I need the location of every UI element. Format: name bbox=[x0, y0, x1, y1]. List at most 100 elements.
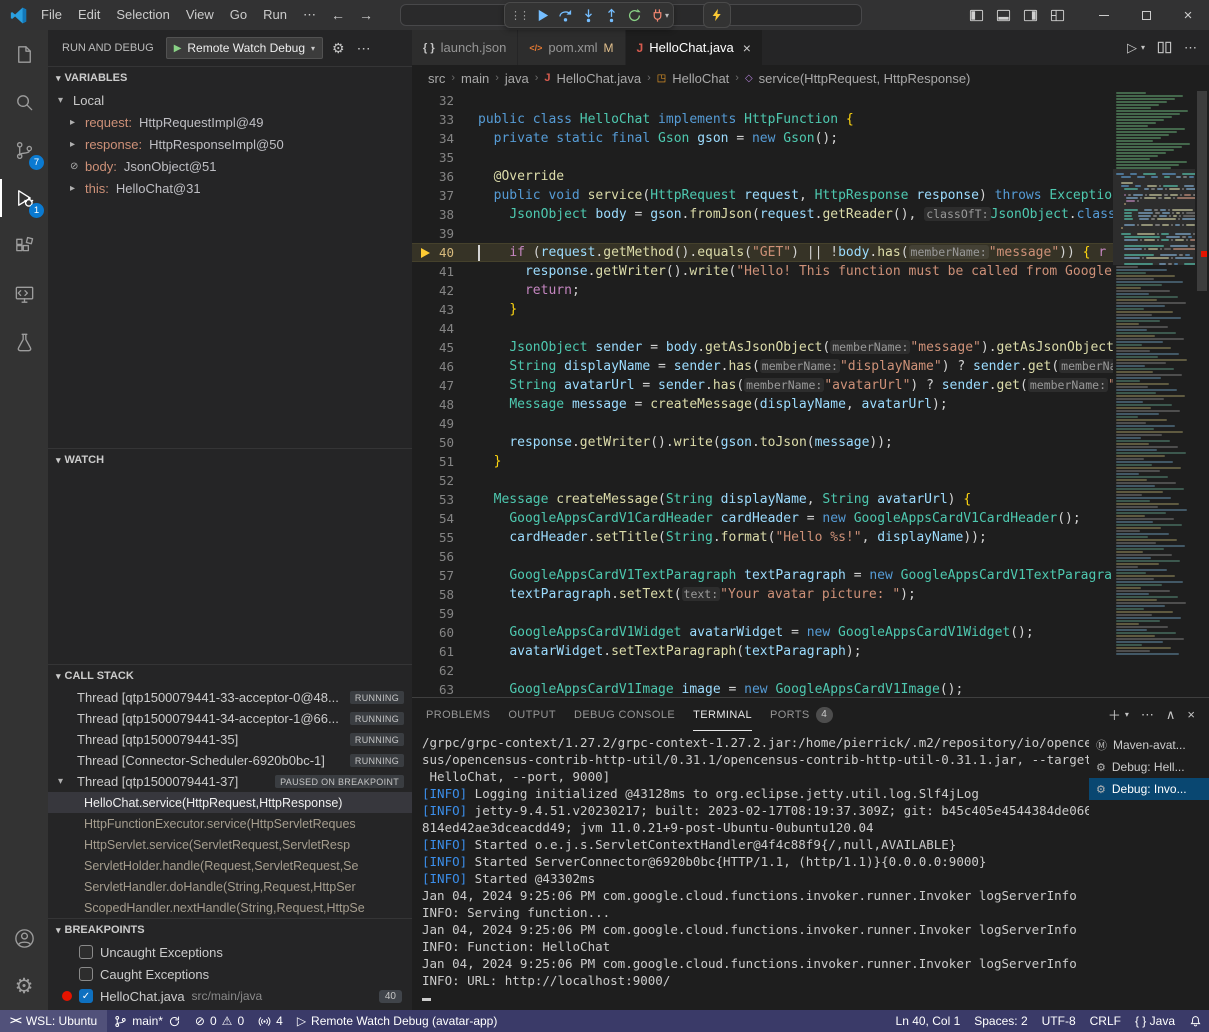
code-line[interactable]: 56 bbox=[412, 547, 1113, 566]
start-debug-icon[interactable]: ▶ bbox=[174, 43, 182, 54]
tab-problems[interactable]: PROBLEMS bbox=[426, 698, 490, 731]
language-mode-status[interactable]: { } Java bbox=[1128, 1010, 1182, 1032]
editor-gutter[interactable]: 59 bbox=[412, 604, 478, 623]
more-actions-icon[interactable]: ⋯ bbox=[1141, 707, 1154, 723]
watch-section-header[interactable]: ▾ WATCH bbox=[48, 449, 412, 471]
code-line[interactable]: 50 response.getWriter().write(gson.toJso… bbox=[412, 433, 1113, 452]
step-over-button[interactable] bbox=[554, 4, 577, 26]
code-line[interactable]: 60 GoogleAppsCardV1Widget avatarWidget =… bbox=[412, 623, 1113, 642]
run-java-button[interactable]: ▷ bbox=[1127, 40, 1137, 56]
editor-gutter[interactable]: 39 bbox=[412, 224, 478, 243]
breakpoint-checkbox[interactable] bbox=[79, 945, 93, 959]
call-stack-thread[interactable]: Thread [Connector-Scheduler-6920b0bc-1]R… bbox=[48, 750, 412, 771]
code-line[interactable]: 38 JsonObject body = gson.fromJson(reque… bbox=[412, 205, 1113, 224]
code-line[interactable]: 55 cardHeader.setTitle(String.format("He… bbox=[412, 528, 1113, 547]
new-terminal-icon[interactable]: ＋ bbox=[1108, 705, 1121, 724]
menu-run[interactable]: Run bbox=[255, 0, 295, 30]
stack-frame[interactable]: HttpFunctionExecutor.service(HttpServlet… bbox=[48, 813, 412, 834]
remote-indicator[interactable]: >< WSL: Ubuntu bbox=[0, 1010, 107, 1032]
breakpoint-row[interactable]: ✓HelloChat.javasrc/main/java40 bbox=[48, 985, 412, 1007]
explorer-icon[interactable] bbox=[0, 30, 48, 78]
breakpoint-row[interactable]: Uncaught Exceptions bbox=[48, 941, 412, 963]
code-line[interactable]: 45 JsonObject sender = body.getAsJsonObj… bbox=[412, 338, 1113, 357]
code-lines[interactable]: 3233public class HelloChat implements Ht… bbox=[412, 91, 1113, 697]
variables-scope-local[interactable]: ▾Local bbox=[48, 89, 412, 111]
tab-output[interactable]: OUTPUT bbox=[508, 698, 556, 731]
eol-status[interactable]: CRLF bbox=[1083, 1010, 1128, 1032]
editor-gutter[interactable]: 50 bbox=[412, 433, 478, 452]
stack-frame[interactable]: ScopedHandler.nextHandle(String,Request,… bbox=[48, 897, 412, 918]
breadcrumb-java[interactable]: java bbox=[505, 71, 529, 86]
code-line[interactable]: 49 bbox=[412, 414, 1113, 433]
tab-launch-json[interactable]: { } launch.json bbox=[412, 30, 518, 65]
variable-row[interactable]: ⊘body:JsonObject@51 bbox=[48, 155, 412, 177]
tab-debug-console[interactable]: DEBUG CONSOLE bbox=[574, 698, 675, 731]
breadcrumb-class[interactable]: HelloChat bbox=[672, 71, 729, 86]
code-line[interactable]: 42 return; bbox=[412, 281, 1113, 300]
breadcrumb-src[interactable]: src bbox=[428, 71, 445, 86]
editor-gutter[interactable]: 32 bbox=[412, 91, 478, 110]
drag-grip-icon[interactable]: ⋮⋮ bbox=[509, 9, 531, 22]
restart-button[interactable] bbox=[623, 4, 646, 26]
disconnect-dropdown-icon[interactable]: ▾ bbox=[665, 11, 669, 20]
menu-view[interactable]: View bbox=[178, 0, 222, 30]
menu-selection[interactable]: Selection bbox=[108, 0, 177, 30]
code-line[interactable]: 36 @Override bbox=[412, 167, 1113, 186]
editor-gutter[interactable]: 48 bbox=[412, 395, 478, 414]
breadcrumb-file[interactable]: HelloChat.java bbox=[557, 71, 642, 86]
forwarded-ports-status[interactable]: 4 bbox=[251, 1010, 290, 1032]
editor-scrollbar[interactable] bbox=[1195, 91, 1209, 697]
code-line[interactable]: 44 bbox=[412, 319, 1113, 338]
accounts-icon[interactable] bbox=[0, 914, 48, 962]
code-line[interactable]: 58 textParagraph.setText(text:"Your avat… bbox=[412, 585, 1113, 604]
toggle-panel-icon[interactable] bbox=[996, 8, 1011, 23]
code-line[interactable]: 62 bbox=[412, 661, 1113, 680]
editor-gutter[interactable]: 49 bbox=[412, 414, 478, 433]
editor-gutter[interactable]: 42 bbox=[412, 281, 478, 300]
editor-gutter[interactable]: 45 bbox=[412, 338, 478, 357]
terminal-list-item[interactable]: ⚙Debug: Invo... bbox=[1089, 778, 1209, 800]
debug-settings-gear-icon[interactable]: ⚙ bbox=[329, 40, 348, 57]
variable-row[interactable]: ▸request:HttpRequestImpl@49 bbox=[48, 111, 412, 133]
code-line[interactable]: 33public class HelloChat implements Http… bbox=[412, 110, 1113, 129]
testing-icon[interactable] bbox=[0, 318, 48, 366]
code-line[interactable]: 63 GoogleAppsCardV1Image image = new Goo… bbox=[412, 680, 1113, 697]
code-line[interactable]: 35 bbox=[412, 148, 1113, 167]
continue-button[interactable] bbox=[531, 4, 554, 26]
toggle-sidebar-icon[interactable] bbox=[969, 8, 984, 23]
debug-session-status[interactable]: ▷ Remote Watch Debug (avatar-app) bbox=[290, 1010, 505, 1032]
code-line[interactable]: 37 public void service(HttpRequest reque… bbox=[412, 186, 1113, 205]
hot-code-replace-button[interactable] bbox=[703, 2, 731, 28]
editor-gutter[interactable]: 62 bbox=[412, 661, 478, 680]
code-line[interactable]: 43 } bbox=[412, 300, 1113, 319]
editor-gutter[interactable]: 46 bbox=[412, 357, 478, 376]
maximize-panel-icon[interactable]: ∧ bbox=[1166, 707, 1176, 723]
breakpoint-row[interactable]: Caught Exceptions bbox=[48, 963, 412, 985]
encoding-status[interactable]: UTF-8 bbox=[1035, 1010, 1083, 1032]
step-out-button[interactable] bbox=[600, 4, 623, 26]
breadcrumb-method[interactable]: service(HttpRequest, HttpResponse) bbox=[759, 71, 971, 86]
extensions-icon[interactable] bbox=[0, 222, 48, 270]
run-and-debug-icon[interactable]: 1 bbox=[0, 174, 48, 222]
stack-frame[interactable]: HttpServlet.service(ServletRequest,Servl… bbox=[48, 834, 412, 855]
notifications-bell[interactable] bbox=[1182, 1010, 1209, 1032]
code-line[interactable]: 52 bbox=[412, 471, 1113, 490]
code-line[interactable]: 61 avatarWidget.setTextParagraph(textPar… bbox=[412, 642, 1113, 661]
customize-layout-icon[interactable] bbox=[1050, 8, 1065, 23]
cursor-position[interactable]: Ln 40, Col 1 bbox=[889, 1010, 968, 1032]
minimap-slider[interactable] bbox=[1113, 169, 1195, 265]
split-editor-icon[interactable] bbox=[1157, 40, 1172, 55]
editor-gutter[interactable]: 43 bbox=[412, 300, 478, 319]
problems-status[interactable]: ⊘ 0 ⚠ 0 bbox=[188, 1010, 251, 1032]
more-actions-icon[interactable]: ⋯ bbox=[1184, 40, 1197, 56]
code-line[interactable]: 32 bbox=[412, 91, 1113, 110]
editor-gutter[interactable]: 52 bbox=[412, 471, 478, 490]
editor-gutter[interactable]: 60 bbox=[412, 623, 478, 642]
step-into-button[interactable] bbox=[577, 4, 600, 26]
editor-gutter[interactable]: 44 bbox=[412, 319, 478, 338]
code-line[interactable]: 57 GoogleAppsCardV1TextParagraph textPar… bbox=[412, 566, 1113, 585]
toggle-secondary-sidebar-icon[interactable] bbox=[1023, 8, 1038, 23]
code-line[interactable]: 51 } bbox=[412, 452, 1113, 471]
editor-gutter[interactable]: 37 bbox=[412, 186, 478, 205]
breakpoints-section-header[interactable]: ▾ BREAKPOINTS bbox=[48, 919, 412, 941]
